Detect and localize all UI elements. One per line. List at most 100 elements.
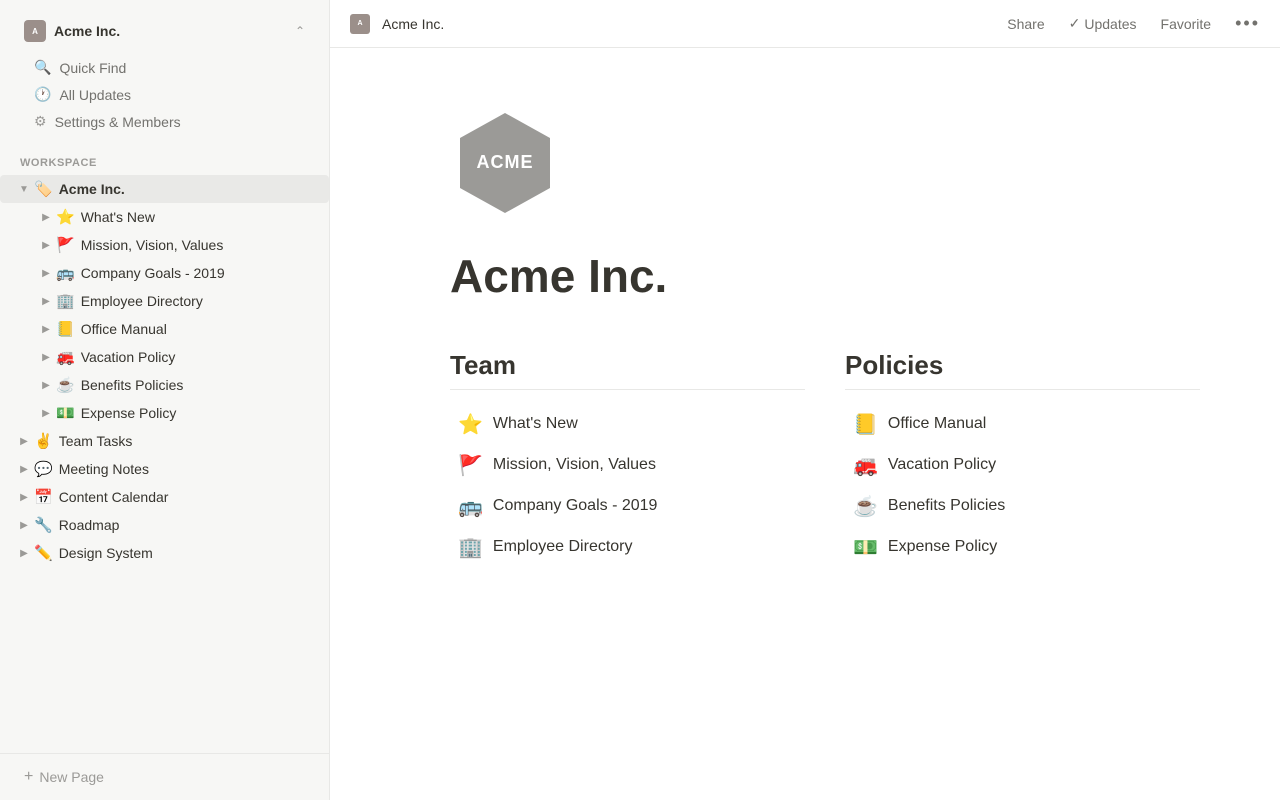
benefits-emoji: ☕: [853, 494, 878, 519]
sidebar: A Acme Inc. ⌃ 🔍 Quick Find 🕐 All Updates…: [0, 0, 330, 800]
policies-item-expense-policy[interactable]: 💵 Expense Policy: [845, 529, 1200, 566]
content-grid: Team ⭐ What's New 🚩 Mission, Vision, Val…: [450, 350, 1200, 566]
sidebar-item-settings[interactable]: ⚙ Settings & Members: [24, 108, 305, 135]
workspace-header[interactable]: A Acme Inc. ⌃: [14, 12, 315, 50]
arrow-company-goals: ▶: [36, 263, 56, 283]
more-button[interactable]: •••: [1235, 13, 1260, 34]
expense-policy-label: Expense Policy: [888, 538, 997, 556]
tree-root-label: Acme Inc.: [59, 181, 319, 197]
team-item-company-goals[interactable]: 🚌 Company Goals - 2019: [450, 488, 805, 525]
tree-item-whats-new[interactable]: ▶ ⭐ What's New: [0, 203, 329, 231]
search-icon: 🔍: [34, 59, 51, 76]
team-item-employee-directory[interactable]: 🏢 Employee Directory: [450, 529, 805, 566]
tree-label-office-manual: Office Manual: [81, 321, 319, 337]
tree-label-design-system: Design System: [59, 545, 319, 561]
workspace-logo: A: [24, 20, 46, 42]
arrow-design-system: ▶: [14, 543, 34, 563]
tree-label-company-goals: Company Goals - 2019: [81, 265, 319, 281]
updates-label: Updates: [1084, 16, 1136, 32]
employee-directory-emoji: 🏢: [458, 535, 483, 560]
topbar-title: Acme Inc.: [382, 16, 987, 32]
tree-item-expense-policy[interactable]: ▶ 💵 Expense Policy: [0, 399, 329, 427]
office-manual-label: Office Manual: [888, 415, 986, 433]
all-updates-label: All Updates: [59, 87, 131, 103]
team-list: ⭐ What's New 🚩 Mission, Vision, Values 🚌…: [450, 406, 805, 566]
workspace-name: Acme Inc.: [54, 23, 295, 39]
arrow-content-calendar: ▶: [14, 487, 34, 507]
tree-label-meeting-notes: Meeting Notes: [59, 461, 319, 477]
expand-arrow-root: ▼: [14, 179, 34, 199]
tree-item-office-manual[interactable]: ▶ 📒 Office Manual: [0, 315, 329, 343]
acme-logo-svg: ACME: [450, 108, 560, 218]
policies-item-office-manual[interactable]: 📒 Office Manual: [845, 406, 1200, 443]
tree-item-meeting-notes[interactable]: ▶ 💬 Meeting Notes: [0, 455, 329, 483]
new-page-button[interactable]: + New Page: [14, 762, 315, 792]
tree-label-expense-policy: Expense Policy: [81, 405, 319, 421]
tree-item-company-goals[interactable]: ▶ 🚌 Company Goals - 2019: [0, 259, 329, 287]
policies-item-benefits[interactable]: ☕ Benefits Policies: [845, 488, 1200, 525]
policies-section: Policies 📒 Office Manual 🚒 Vacation Poli…: [845, 350, 1200, 566]
tree-item-employee-directory[interactable]: ▶ 🏢 Employee Directory: [0, 287, 329, 315]
sidebar-item-all-updates[interactable]: 🕐 All Updates: [24, 81, 305, 108]
arrow-benefits: ▶: [36, 375, 56, 395]
tree-item-vacation-policy[interactable]: ▶ 🚒 Vacation Policy: [0, 343, 329, 371]
updates-button[interactable]: ✓ Updates: [1069, 15, 1137, 32]
tree-label-team-tasks: Team Tasks: [59, 433, 319, 449]
policies-item-vacation-policy[interactable]: 🚒 Vacation Policy: [845, 447, 1200, 484]
plus-icon: +: [24, 768, 33, 786]
vacation-policy-label: Vacation Policy: [888, 456, 996, 474]
tree-label-content-calendar: Content Calendar: [59, 489, 319, 505]
tree-item-mission[interactable]: ▶ 🚩 Mission, Vision, Values: [0, 231, 329, 259]
new-page-label: New Page: [39, 769, 104, 785]
policies-section-title: Policies: [845, 350, 1200, 390]
gear-icon: ⚙: [34, 113, 47, 130]
office-manual-emoji: 📒: [853, 412, 878, 437]
quick-find-label: Quick Find: [59, 60, 126, 76]
topbar-logo: A: [350, 14, 370, 34]
sidebar-item-quick-find[interactable]: 🔍 Quick Find: [24, 54, 305, 81]
arrow-whats-new: ▶: [36, 207, 56, 227]
team-item-mission[interactable]: 🚩 Mission, Vision, Values: [450, 447, 805, 484]
tree-label-roadmap: Roadmap: [59, 517, 319, 533]
arrow-expense-policy: ▶: [36, 403, 56, 423]
root-emoji: 🏷️: [34, 180, 53, 198]
arrow-office-manual: ▶: [36, 319, 56, 339]
check-icon: ✓: [1069, 15, 1081, 32]
page-title: Acme Inc.: [450, 251, 1200, 302]
tree-label-whats-new: What's New: [81, 209, 319, 225]
company-goals-label: Company Goals - 2019: [493, 497, 658, 515]
team-section-title: Team: [450, 350, 805, 390]
team-section: Team ⭐ What's New 🚩 Mission, Vision, Val…: [450, 350, 805, 566]
clock-icon: 🕐: [34, 86, 51, 103]
main-panel: A Acme Inc. Share ✓ Updates Favorite •••…: [330, 0, 1280, 800]
arrow-employee-directory: ▶: [36, 291, 56, 311]
tree-item-content-calendar[interactable]: ▶ 📅 Content Calendar: [0, 483, 329, 511]
favorite-button[interactable]: Favorite: [1153, 12, 1220, 36]
arrow-team-tasks: ▶: [14, 431, 34, 451]
policies-list: 📒 Office Manual 🚒 Vacation Policy ☕ Bene…: [845, 406, 1200, 566]
tree-item-team-tasks[interactable]: ▶ ✌ Team Tasks: [0, 427, 329, 455]
whats-new-label: What's New: [493, 415, 578, 433]
arrow-meeting-notes: ▶: [14, 459, 34, 479]
tree-item-acme-root[interactable]: ▼ 🏷️ Acme Inc.: [0, 175, 329, 203]
vacation-policy-emoji: 🚒: [853, 453, 878, 478]
whats-new-emoji: ⭐: [458, 412, 483, 437]
tree-label-vacation-policy: Vacation Policy: [81, 349, 319, 365]
workspace-section-label: WORKSPACE: [0, 145, 329, 173]
tree-item-benefits[interactable]: ▶ ☕ Benefits Policies: [0, 371, 329, 399]
arrow-vacation-policy: ▶: [36, 347, 56, 367]
tree-item-roadmap[interactable]: ▶ 🔧 Roadmap: [0, 511, 329, 539]
settings-label: Settings & Members: [55, 114, 181, 130]
tree-item-design-system[interactable]: ▶ ✏️ Design System: [0, 539, 329, 567]
sidebar-nav: 🔍 Quick Find 🕐 All Updates ⚙ Settings & …: [14, 50, 315, 139]
sidebar-top: A Acme Inc. ⌃ 🔍 Quick Find 🕐 All Updates…: [0, 0, 329, 145]
sidebar-bottom: + New Page: [0, 753, 329, 800]
arrow-mission: ▶: [36, 235, 56, 255]
share-button[interactable]: Share: [999, 12, 1052, 36]
tree-label-mission: Mission, Vision, Values: [81, 237, 319, 253]
tree-label-benefits: Benefits Policies: [81, 377, 319, 393]
tree-label-employee-directory: Employee Directory: [81, 293, 319, 309]
benefits-label: Benefits Policies: [888, 497, 1005, 515]
company-goals-emoji: 🚌: [458, 494, 483, 519]
team-item-whats-new[interactable]: ⭐ What's New: [450, 406, 805, 443]
